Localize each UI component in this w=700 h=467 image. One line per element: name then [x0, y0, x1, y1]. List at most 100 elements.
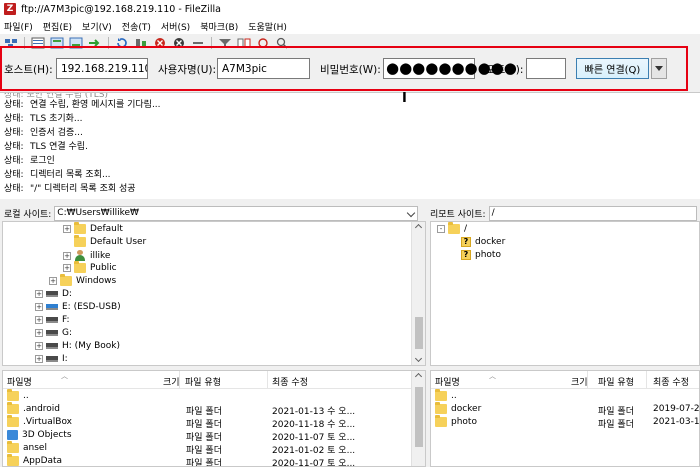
site-manager-icon[interactable] [3, 36, 19, 49]
column-modified[interactable]: 최종 수정 [653, 375, 689, 388]
tree-node[interactable]: - / [437, 222, 467, 234]
tree-node[interactable]: + F: [35, 315, 70, 325]
tree-node[interactable]: + E: (ESD-USB) [35, 302, 121, 312]
column-filename[interactable]: 파일명 [435, 375, 460, 388]
file-modified: 2019-07-27 [653, 404, 700, 414]
scrollbar-thumb[interactable] [415, 317, 423, 349]
menu-bookmarks[interactable]: 북마크(B) [200, 20, 238, 33]
expand-icon[interactable]: + [35, 316, 43, 324]
local-directory-tree[interactable]: + Default Default User + illike + Public + W… [2, 221, 426, 366]
toggle-log-icon[interactable] [30, 36, 46, 49]
local-path-input[interactable]: C:₩Users₩illike₩ [54, 205, 419, 221]
tree-node[interactable]: ? docker [461, 237, 505, 247]
column-filename[interactable]: 파일명 [7, 375, 32, 388]
folder-icon [7, 454, 19, 466]
file-row[interactable]: ansel 파일 폴더 2021-01-02 토 오... [3, 441, 425, 456]
local-path-text: C:₩Users₩illike₩ [57, 208, 139, 218]
expand-icon[interactable]: + [63, 264, 71, 272]
tree-node-label: Windows [76, 276, 117, 286]
remote-directory-tree[interactable]: - / ? docker ? photo [430, 221, 700, 366]
expand-icon[interactable]: + [35, 355, 43, 363]
menu-server[interactable]: 서버(S) [161, 20, 190, 33]
tree-node[interactable]: + Default [63, 222, 123, 234]
log-tag: 상태: [4, 156, 24, 166]
host-label: 호스트(H): [4, 64, 53, 76]
quickconnect-button[interactable]: 빠른 연결(Q) [576, 58, 649, 79]
port-input[interactable] [526, 58, 566, 79]
file-row[interactable]: photo 파일 폴더 2021-03-14 [431, 415, 699, 430]
menu-transfer[interactable]: 전송(T) [122, 20, 151, 33]
column-type[interactable]: 파일 유형 [598, 375, 634, 388]
sync-browse-icon[interactable] [255, 36, 271, 49]
expand-icon[interactable]: + [35, 329, 43, 337]
local-file-list[interactable]: ︿ 파일명 크기 파일 유형 최종 수정 .. .android 파일 폴더 202… [2, 370, 426, 467]
search-icon[interactable] [274, 36, 290, 49]
column-separator[interactable] [267, 371, 268, 389]
tree-node[interactable]: ? photo [461, 250, 501, 260]
file-row[interactable]: docker파일 폴더2019-07-27 [431, 402, 700, 417]
column-separator[interactable] [646, 371, 647, 389]
file-row[interactable]: .android 파일 폴더 2021-01-13 수 오... [3, 402, 425, 417]
toggle-queue-icon[interactable] [87, 36, 103, 49]
password-input[interactable]: ●●●●●●●●●● [383, 58, 517, 79]
remote-path-input[interactable]: / [488, 205, 697, 221]
tree-node[interactable]: + H: (My Book) [35, 341, 120, 351]
file-name-cell: .. [7, 389, 29, 401]
tree-node[interactable]: + D: [35, 289, 72, 299]
chevron-down-icon[interactable] [407, 208, 416, 217]
toggle-remote-tree-icon[interactable] [68, 36, 84, 49]
tree-node[interactable]: + Windows [49, 274, 117, 286]
expand-icon[interactable]: + [49, 277, 57, 285]
remote-file-list[interactable]: ︿ 파일명 크기 파일 유형 최종 수정 .. docker 파일 폴더 2019-… [430, 370, 700, 467]
disconnect-icon[interactable] [171, 36, 187, 49]
username-input[interactable] [217, 58, 310, 79]
menu-help[interactable]: 도움말(H) [248, 20, 287, 33]
log-tag: 상태: [4, 100, 24, 110]
toggle-local-tree-icon[interactable] [49, 36, 65, 49]
expand-icon[interactable]: + [63, 251, 71, 260]
expand-icon[interactable]: + [35, 303, 43, 311]
menu-file[interactable]: 파일(F) [4, 20, 33, 33]
menu-edit[interactable]: 편집(E) [43, 20, 72, 33]
file-row[interactable]: 3D Objects 파일 폴더 2020-11-07 토 오... [3, 429, 425, 443]
compare-icon[interactable] [236, 36, 252, 49]
local-tree-scrollbar[interactable] [411, 222, 425, 365]
tree-node-label: Default User [90, 237, 147, 247]
file-row[interactable]: AppData 파일 폴더 2020-11-07 토 오... [3, 454, 425, 466]
cancel-icon[interactable] [152, 36, 168, 49]
expand-icon[interactable]: + [35, 290, 43, 298]
log-tag: 상태: [4, 142, 24, 152]
column-size[interactable]: 크기 [571, 375, 588, 388]
column-type[interactable]: 파일 유형 [185, 375, 221, 388]
expand-icon[interactable]: + [35, 342, 43, 350]
scroll-up-icon[interactable] [414, 223, 423, 232]
menu-view[interactable]: 보기(V) [82, 20, 112, 33]
tree-node-label: Default [90, 224, 123, 234]
column-modified[interactable]: 최종 수정 [272, 375, 308, 388]
tree-node[interactable]: + Public [63, 261, 117, 273]
collapse-icon[interactable]: - [437, 225, 445, 233]
tree-node[interactable]: + G: [35, 328, 72, 338]
reconnect-icon[interactable] [190, 36, 206, 49]
host-input[interactable] [56, 58, 148, 79]
tree-node[interactable]: + illike [63, 250, 110, 261]
tree-node[interactable]: + I: [35, 354, 68, 364]
tree-node[interactable]: Default User [74, 235, 147, 247]
file-row[interactable]: .VirtualBox 파일 폴더 2020-11-18 수 오... [3, 415, 425, 430]
scroll-up-icon[interactable] [414, 372, 423, 381]
quickconnect-history-dropdown[interactable] [651, 58, 667, 79]
file-row[interactable]: .. [3, 389, 425, 403]
expand-icon[interactable]: + [63, 225, 71, 233]
scroll-down-icon[interactable] [414, 354, 423, 363]
log-line: 상태: 인증서 검증... [4, 125, 83, 138]
folder-icon [435, 415, 447, 427]
refresh-icon[interactable] [114, 36, 130, 49]
message-log[interactable]: 상태: 보안 연결 수립 (TLS) 상태: 연결 수립, 환영 메시지를 기다림… [0, 92, 700, 199]
local-file-scrollbar[interactable] [411, 371, 425, 466]
filter-icon[interactable] [217, 36, 233, 49]
process-queue-icon[interactable] [133, 36, 149, 49]
file-row[interactable]: .. [431, 389, 699, 403]
column-size[interactable]: 크기 [163, 375, 180, 388]
menu-bar: 파일(F) 편집(E) 보기(V) 전송(T) 서버(S) 북마크(B) 도움말… [0, 18, 700, 34]
scrollbar-thumb[interactable] [415, 387, 423, 447]
